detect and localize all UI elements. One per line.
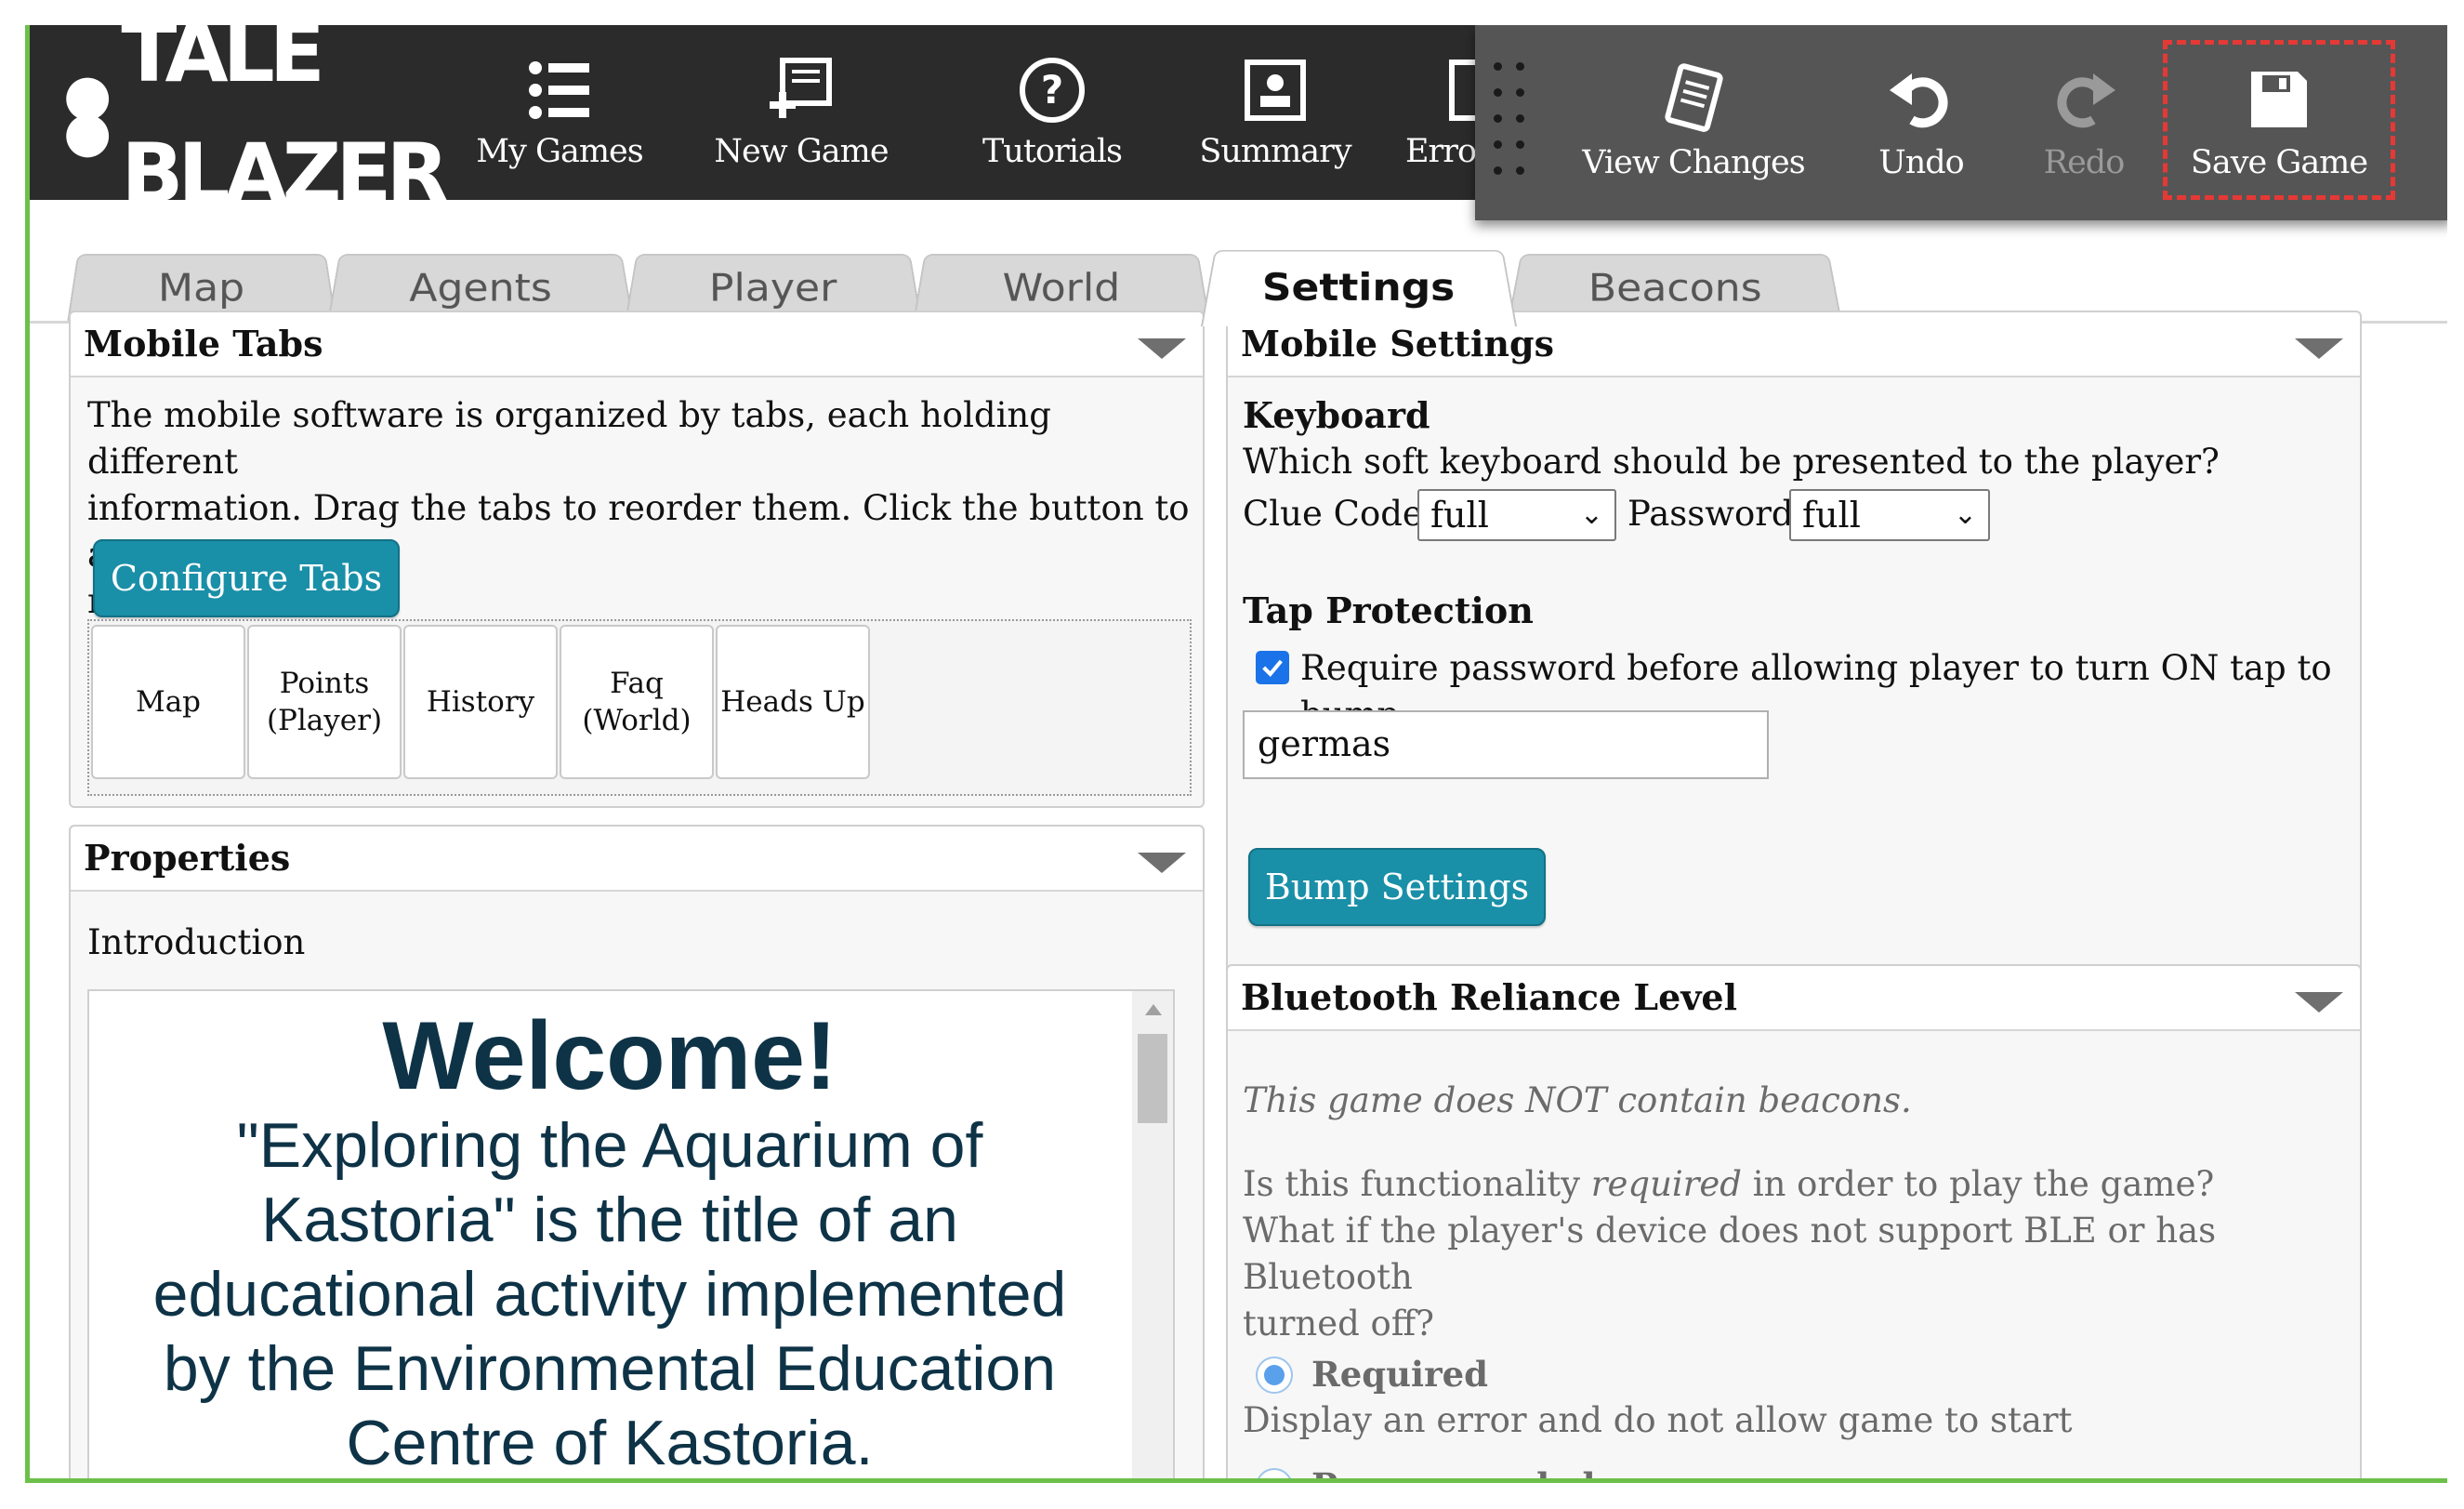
bump-settings-button[interactable]: Bump Settings [1248, 848, 1546, 926]
mobile-tab-list: Map Points (Player) History Faq (World) He… [87, 619, 1192, 796]
intro-scrollbar[interactable] [1132, 991, 1173, 1483]
tap-password-input[interactable]: germas [1243, 710, 1769, 779]
list-icon [522, 53, 597, 127]
mobile-settings-panel: Mobile Settings Keyboard Which soft keyb… [1226, 311, 2362, 975]
collapse-caret-icon[interactable] [1138, 853, 1186, 873]
introduction-label: Introduction [87, 920, 305, 966]
radio-required-label: Required [1311, 1351, 1488, 1397]
panel-title: Bluetooth Reliance Level [1241, 976, 1737, 1018]
save-icon [2242, 62, 2316, 137]
new-game-icon [764, 53, 838, 127]
keyboard-question: Which soft keyboard should be presented … [1243, 439, 2220, 485]
svg-text:?: ? [1041, 67, 1063, 113]
intro-paragraph: "Exploring the Aquarium of Kastoria" is … [89, 1108, 1130, 1480]
introduction-editor[interactable]: Welcome! "Exploring the Aquarium of Kast… [87, 989, 1175, 1483]
mobile-tabs-header[interactable]: Mobile Tabs [71, 312, 1203, 377]
password-label: Password [1627, 491, 1794, 537]
nav-label: Tutorials [982, 133, 1122, 170]
save-game-label: Save Game [2191, 144, 2367, 181]
taleblazer-logo[interactable]: ● ● TALE BLAZER [63, 53, 463, 174]
properties-panel: Properties Introduction Welcome! "Explor… [69, 825, 1205, 1483]
radio-required-description: Display an error and do not allow game t… [1243, 1397, 2072, 1444]
scroll-up-arrow-icon[interactable] [1145, 1004, 1162, 1015]
radio-required[interactable] [1256, 1357, 1293, 1394]
mobile-tab-map[interactable]: Map [91, 625, 245, 779]
panel-title: Mobile Tabs [84, 323, 323, 364]
tap-protection-checkbox[interactable] [1256, 651, 1289, 684]
checkmark-icon [1259, 655, 1285, 681]
mobile-tab-heads-up[interactable]: Heads Up [716, 625, 870, 779]
clue-code-select[interactable]: full ⌄ [1417, 489, 1616, 541]
mobile-tab-faq[interactable]: Faq (World) [560, 625, 714, 779]
mobile-tab-points[interactable]: Points (Player) [247, 625, 402, 779]
undo-label: Undo [1878, 144, 1964, 181]
redo-icon [2047, 62, 2121, 137]
view-changes-label: View Changes [1582, 144, 1804, 181]
password-keyboard-select[interactable]: full ⌄ [1789, 489, 1990, 541]
redo-label: Redo [2044, 144, 2125, 181]
view-changes-icon [1656, 62, 1731, 137]
app-frame: ● ● TALE BLAZER My Games New Game ? Tuto… [25, 25, 2447, 1483]
bluetooth-header[interactable]: Bluetooth Reliance Level [1228, 966, 2360, 1031]
help-icon: ? [1015, 53, 1089, 127]
properties-header[interactable]: Properties [71, 827, 1203, 892]
logo-dots-icon: ● ● [63, 76, 112, 151]
collapse-caret-icon[interactable] [2295, 338, 2343, 359]
floating-toolbar: View Changes Undo Redo Save Game [1475, 25, 2447, 220]
nav-label: New Game [714, 133, 888, 170]
save-game-button[interactable]: Save Game [2181, 62, 2377, 202]
chevron-down-icon: ⌄ [1580, 491, 1603, 539]
panel-title: Properties [84, 837, 290, 879]
nav-summary[interactable]: Summary [1182, 53, 1368, 192]
tap-protection-heading: Tap Protection [1243, 588, 1534, 634]
nav-label: My Games [476, 133, 642, 170]
drag-handle-icon[interactable] [1494, 62, 1531, 192]
nav-new-game[interactable]: New Game [708, 53, 894, 192]
editor-tabs: Map Agents Player World Settings Beacons [30, 220, 2447, 323]
chevron-down-icon: ⌄ [1954, 491, 1977, 539]
nav-label: Summary [1199, 133, 1351, 170]
nav-tutorials[interactable]: ? Tutorials [959, 53, 1145, 192]
bluetooth-question: Is this functionality required in order … [1243, 1161, 2349, 1347]
summary-icon [1238, 53, 1312, 127]
collapse-caret-icon[interactable] [2295, 992, 2343, 1013]
mobile-tabs-panel: Mobile Tabs The mobile software is organ… [69, 311, 1205, 808]
no-beacons-notice: This game does NOT contain beacons. [1243, 1078, 1912, 1124]
collapse-caret-icon[interactable] [1138, 338, 1186, 359]
configure-tabs-button[interactable]: Configure Tabs [93, 539, 400, 617]
panel-title: Mobile Settings [1241, 323, 1554, 364]
mobile-tab-history[interactable]: History [403, 625, 558, 779]
tab-settings[interactable]: Settings [1201, 250, 1517, 326]
radio-recommended-label: Recommended [1311, 1463, 1596, 1483]
undo-icon [1884, 62, 1958, 137]
bluetooth-panel: Bluetooth Reliance Level This game does … [1226, 964, 2362, 1483]
redo-button[interactable]: Redo [2014, 62, 2154, 202]
intro-heading: Welcome! [89, 1000, 1130, 1112]
scrollbar-thumb[interactable] [1138, 1034, 1167, 1123]
keyboard-heading: Keyboard [1243, 392, 1430, 439]
radio-recommended[interactable] [1256, 1468, 1293, 1483]
clue-code-label: Clue Code [1243, 491, 1423, 537]
undo-button[interactable]: Undo [1851, 62, 1991, 202]
logo-text: TALE BLAZER [121, 25, 463, 234]
view-changes-button[interactable]: View Changes [1587, 62, 1800, 202]
nav-my-games[interactable]: My Games [476, 53, 643, 192]
